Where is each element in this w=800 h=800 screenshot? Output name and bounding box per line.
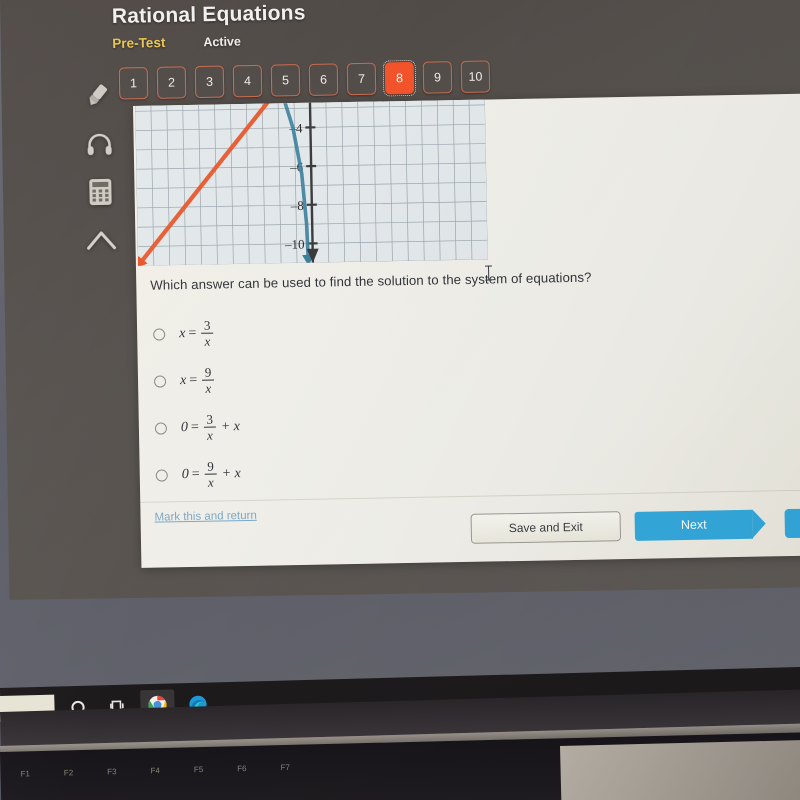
key-cap: F4	[150, 766, 160, 776]
calculator-icon[interactable]	[74, 168, 127, 217]
key-cap: F7	[280, 762, 290, 773]
radio-button-a[interactable]	[153, 327, 166, 341]
question-number-10[interactable]: 10	[460, 60, 491, 93]
answer-option-b[interactable]: x = 9 x	[153, 350, 585, 405]
option-equation: 0 = 3 x + x	[180, 411, 241, 443]
key-cap: F5	[193, 765, 204, 775]
submit-button[interactable]: S	[784, 507, 800, 538]
key-cap: F6	[237, 763, 247, 774]
question-number-5[interactable]: 5	[270, 64, 301, 97]
question-number-7[interactable]: 7	[346, 62, 377, 96]
option-equation: x = 9 x	[180, 365, 217, 396]
page-title: Rational Equations	[111, 1, 306, 28]
radio-button-b[interactable]	[153, 374, 167, 388]
text-cursor	[487, 265, 490, 281]
question-number-2[interactable]: 2	[156, 66, 187, 99]
question-number-4[interactable]: 4	[232, 64, 263, 98]
answer-options[interactable]: x = 3 x x = 9 x 0 = 3 x + x 0 = 9 x + x	[153, 303, 586, 499]
save-and-exit-button[interactable]: Save and Exit	[470, 511, 622, 544]
radio-button-c[interactable]	[154, 421, 168, 435]
svg-text:–10: –10	[284, 237, 305, 252]
key-cap: F2	[63, 768, 74, 778]
key-cap: F1	[20, 769, 30, 779]
footer-buttons: Save and Exit Next S	[470, 507, 800, 544]
svg-text:–8: –8	[290, 198, 304, 213]
key-cap: F3	[107, 767, 117, 777]
mark-and-return-link[interactable]: Mark this and return	[154, 510, 256, 524]
answer-option-c[interactable]: 0 = 3 x + x	[154, 397, 585, 452]
radio-button-d[interactable]	[155, 468, 168, 482]
tool-rail	[72, 72, 128, 265]
question-prompt: Which answer can be used to find the sol…	[150, 269, 592, 293]
graph-figure: –2–4–6–8–10–10–8–6–4–2246810	[134, 99, 488, 266]
keyboard-row: F1 F2 F3 F4 F5 F6 F7	[20, 763, 290, 779]
highlighter-icon[interactable]	[72, 72, 125, 121]
chevron-up-icon[interactable]	[75, 215, 128, 264]
question-number-6[interactable]: 6	[308, 63, 339, 96]
laptop-palmrest	[560, 738, 800, 800]
question-number-8[interactable]: 8	[382, 59, 417, 97]
laptop-photo: Rational Equations Pre-Test Active 12345…	[0, 0, 800, 800]
headphones-icon[interactable]	[73, 120, 126, 169]
option-equation: 0 = 9 x + x	[181, 458, 241, 490]
question-number-3[interactable]: 3	[194, 65, 225, 99]
option-equation: x = 3 x	[179, 318, 216, 349]
answer-option-d[interactable]: 0 = 9 x + x	[155, 444, 586, 499]
question-card: –2–4–6–8–10–10–8–6–4–2246810 Which answe…	[133, 93, 800, 568]
question-number-9[interactable]: 9	[422, 61, 453, 94]
next-button[interactable]: Next	[634, 509, 754, 541]
status-badge: Active	[203, 34, 242, 49]
answer-option-a[interactable]: x = 3 x	[153, 303, 584, 358]
stage-label: Pre-Test	[112, 34, 166, 51]
